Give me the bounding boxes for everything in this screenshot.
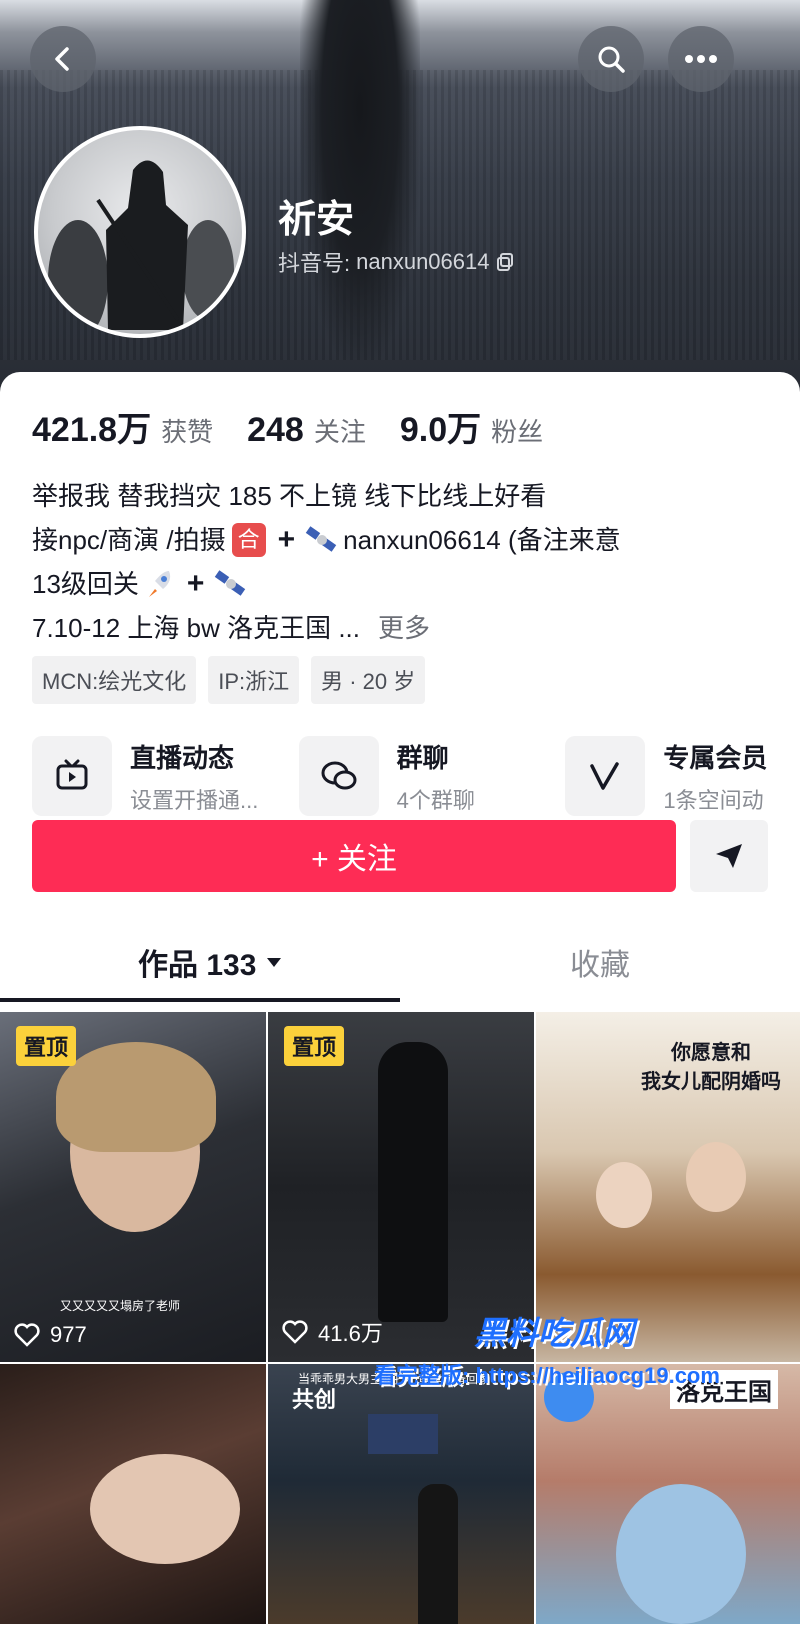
stat-following-value: 248 (247, 411, 304, 449)
bio-line-3: 13级回关 + (32, 562, 772, 606)
bio-more-link[interactable]: 更多 (378, 606, 430, 650)
bio-line-4: 7.10-12 上海 bw 洛克王国 ... 更多 (32, 606, 772, 650)
tag-ip: IP:浙江 (208, 656, 300, 704)
tag-gender-age: 男 · 20 岁 (311, 656, 426, 704)
v-icon (565, 736, 646, 816)
feature-membership-title: 专属会员 (663, 742, 768, 773)
stats-row: 421.8万 获赞 248 关注 9.0万 粉丝 (32, 402, 543, 451)
satellite-icon (215, 570, 246, 596)
more-dots-icon (685, 55, 717, 63)
feature-live-subtitle: 设置开播通... (130, 787, 259, 813)
back-icon (55, 47, 69, 71)
profile-name: 祈安 (278, 199, 355, 241)
tab-favorites[interactable]: 收藏 (570, 932, 630, 992)
plus-icon: + (277, 523, 296, 556)
watermark-url: 看完整版: https://heiliaocg19.com (374, 1363, 720, 1388)
plus-icon: + (186, 567, 205, 600)
feature-group-chat-title: 群聊 (396, 742, 449, 773)
thumbnail-face (686, 1142, 746, 1212)
bio-line-2-prefix: 接npc/商演 /拍摄 (32, 525, 226, 555)
douyin-id-value: nanxun06614 (356, 249, 490, 274)
tab-works-label: 作品 133 (138, 949, 257, 982)
chat-icon (298, 736, 379, 816)
stat-followers[interactable]: 9.0万 粉丝 (400, 402, 543, 451)
rocket-icon (148, 571, 171, 597)
he-emoji-badge: 合 (231, 523, 266, 557)
profile-card: 421.8万 获赞 248 关注 9.0万 粉丝 举报我 替我挡灾 185 不上… (0, 372, 800, 1652)
stat-followers-value: 9.0万 (399, 411, 482, 449)
share-button[interactable] (690, 820, 768, 892)
profile-header: 祈安 抖音号: nanxun06614 (0, 0, 800, 400)
satellite-icon (305, 526, 337, 552)
bio: 举报我 替我挡灾 185 不上镜 线下比线上好看 接npc/商演 /拍摄 合 +… (32, 474, 772, 650)
tab-underline (0, 998, 400, 1002)
thumbnail-figure (378, 1042, 448, 1322)
video-thumbnail[interactable]: 置顶 又又又又又塌房了老师 977 (0, 1012, 266, 1362)
search-icon (598, 46, 625, 73)
feature-row: 直播动态 设置开播通... 群聊 4个群聊 专属会员 1条空间动 (32, 736, 800, 816)
stat-likes-value: 421.8万 (32, 411, 152, 449)
bio-line-3-text: 13级回关 (32, 569, 139, 599)
thumbnail-hair (616, 1484, 746, 1624)
stat-followers-label: 粉丝 (491, 417, 544, 447)
caret-down-icon (267, 958, 282, 967)
thumbnail-face (90, 1454, 240, 1564)
pinned-badge: 置顶 (16, 1026, 77, 1066)
pinned-badge: 置顶 (284, 1026, 345, 1066)
heart-icon (14, 1323, 40, 1347)
cocreate-badge: 共创 (292, 1387, 337, 1412)
stat-following-label: 关注 (313, 417, 366, 447)
tab-works[interactable]: 作品 133 (138, 932, 282, 992)
copy-icon[interactable] (495, 252, 515, 272)
bio-line-2-suffix: nanxun06614 (备注来意 (343, 525, 621, 555)
video-grid: 置顶 又又又又又塌房了老师 977 置顶 41.6万 你愿意和 我女儿配阴婚吗 (0, 1012, 800, 1624)
send-icon (716, 844, 742, 868)
douyin-id-label: 抖音号: (278, 251, 351, 276)
content-tabs: 作品 133 收藏 (0, 932, 800, 1002)
feature-live-title: 直播动态 (130, 742, 235, 773)
stat-likes[interactable]: 421.8万 获赞 (32, 402, 213, 451)
feature-live[interactable]: 直播动态 设置开播通... (32, 736, 299, 816)
feature-group-chat-subtitle: 4个群聊 (396, 787, 475, 813)
video-overlay-title: 你愿意和 我女儿配阴婚吗 (641, 1042, 781, 1093)
follow-button[interactable]: + 关注 (32, 820, 676, 892)
feature-group-chat[interactable]: 群聊 4个群聊 (298, 736, 566, 816)
stat-following[interactable]: 248 关注 (247, 411, 366, 450)
video-likes: 41.6万 (282, 1316, 383, 1348)
search-button[interactable] (578, 26, 644, 92)
avatar-silhouette-icon (48, 160, 234, 334)
tag-mcn[interactable]: MCN:绘光文化 (32, 656, 197, 704)
thumbnail-face (596, 1162, 652, 1228)
bio-line-1: 举报我 替我挡灾 185 不上镜 线下比线上好看 (32, 481, 547, 511)
video-likes-count: 977 (50, 1322, 87, 1347)
heart-icon (282, 1320, 308, 1344)
more-options-button[interactable] (668, 26, 734, 92)
profile-tags: MCN:绘光文化 IP:浙江 男 · 20 岁 (32, 656, 426, 704)
stat-likes-label: 获赞 (161, 417, 214, 447)
video-caption: 又又又又又塌房了老师 (60, 1299, 181, 1313)
feature-membership-subtitle: 1条空间动 (663, 787, 764, 813)
douyin-id[interactable]: 抖音号: nanxun06614 (278, 246, 515, 278)
back-button[interactable] (30, 26, 96, 92)
thumbnail-sign (368, 1414, 438, 1454)
watermark-title: 黑料吃瓜网 (474, 1315, 635, 1351)
tv-icon (32, 736, 112, 816)
header-figure (300, 0, 420, 360)
bio-line-4-text: 7.10-12 上海 bw 洛克王国 ... (32, 613, 360, 643)
bio-line-2: 接npc/商演 /拍摄 合 + nanxun06614 (备注来意 (32, 518, 772, 562)
avatar[interactable] (34, 126, 246, 338)
thumbnail-hair (56, 1042, 216, 1152)
feature-membership[interactable]: 专属会员 1条空间动 (565, 736, 800, 816)
video-thumbnail[interactable]: 洛克王国 (536, 1364, 800, 1624)
thumbnail-figure (418, 1484, 458, 1624)
video-thumbnail[interactable]: 当乖乖男大男主想扫小黄车准备回家 共创 (268, 1364, 534, 1624)
video-thumbnail[interactable] (0, 1364, 266, 1624)
video-likes: 977 (14, 1322, 87, 1348)
video-likes-count: 41.6万 (318, 1321, 383, 1346)
